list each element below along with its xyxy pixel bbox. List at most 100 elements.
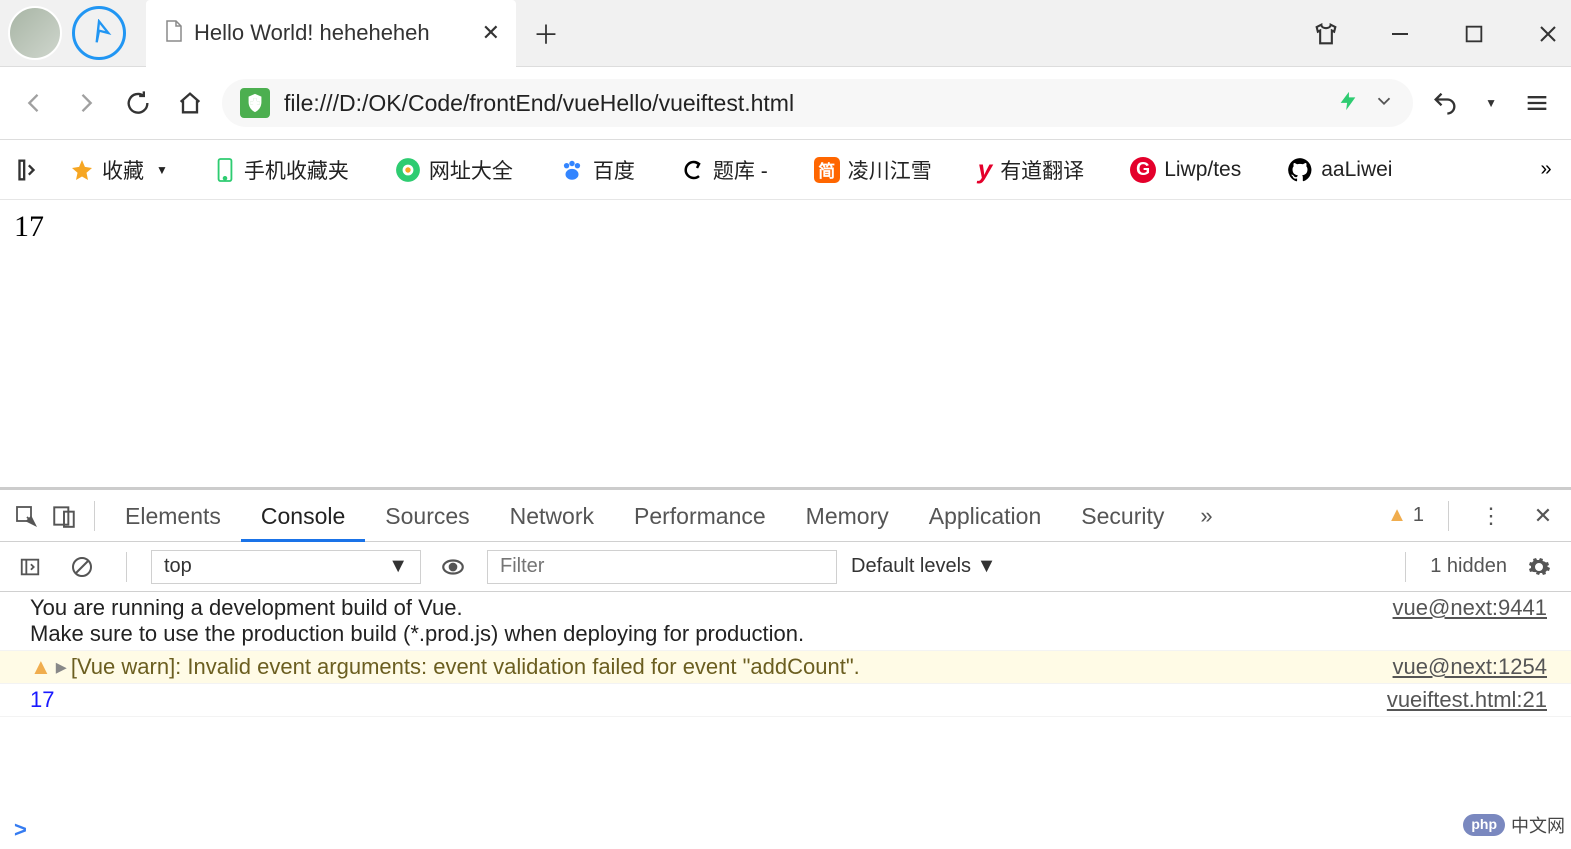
360-icon	[395, 157, 421, 183]
tab-title: Hello World! heheheheh	[194, 20, 474, 46]
devtools-tab-network[interactable]: Network	[490, 490, 614, 542]
console-source-link[interactable]: vue@next:1254	[1393, 654, 1547, 680]
bookmark-item[interactable]: 题库 -	[671, 155, 778, 185]
log-levels-selector[interactable]: Default levels ▼	[851, 555, 996, 578]
devtools-tab-sources[interactable]: Sources	[365, 490, 489, 542]
context-label: top	[164, 555, 192, 578]
jian-icon: 简	[814, 157, 840, 183]
browser-tab[interactable]: Hello World! heheheheh ✕	[146, 0, 516, 67]
file-icon	[164, 19, 184, 48]
console-message: ▲▸[Vue warn]: Invalid event arguments: e…	[12, 654, 1393, 680]
bookmark-item[interactable]: aaLiwei	[1277, 157, 1402, 183]
close-window-button[interactable]	[1533, 19, 1563, 49]
watermark-text: 中文网	[1511, 812, 1565, 838]
console-settings-button[interactable]	[1521, 549, 1557, 585]
titlebar: Hello World! heheheheh ✕ ＋	[0, 0, 1571, 67]
console-row: 17vueiftest.html:21	[0, 684, 1571, 717]
bookmark-label: 手机收藏夹	[244, 155, 349, 185]
console-row: You are running a development build of V…	[0, 592, 1571, 651]
minimize-button[interactable]	[1385, 19, 1415, 49]
expand-icon[interactable]: ▸	[56, 654, 67, 679]
devtools-tab-performance[interactable]: Performance	[614, 490, 786, 542]
page-content: 17	[0, 200, 1571, 254]
menu-button[interactable]	[1517, 83, 1557, 123]
url-bar[interactable]: file:///D:/OK/Code/frontEnd/vueHello/vue…	[222, 79, 1413, 127]
back-button[interactable]	[14, 83, 54, 123]
bookmark-item[interactable]: 手机收藏夹	[204, 155, 359, 185]
console-source-link[interactable]: vueiftest.html:21	[1387, 687, 1547, 713]
clear-console-button[interactable]	[64, 549, 100, 585]
hidden-messages-label[interactable]: 1 hidden	[1430, 555, 1507, 578]
devtools-tab-security[interactable]: Security	[1061, 490, 1184, 542]
console-filter-input[interactable]	[487, 550, 837, 584]
warning-count: 1	[1413, 504, 1424, 527]
watermark: php 中文网	[1463, 807, 1565, 843]
chevron-down-icon: ▼	[156, 163, 168, 177]
warning-icon: ▲	[30, 654, 52, 679]
console-source-link[interactable]: vue@next:9441	[1393, 595, 1547, 647]
device-toggle-button[interactable]	[46, 498, 82, 534]
bookmark-item[interactable]: 网址大全	[385, 155, 523, 185]
bookmark-item[interactable]: y 有道翻译	[968, 154, 1094, 185]
nav-arrow-icon	[85, 19, 113, 47]
devtools-panel: ElementsConsoleSourcesNetworkPerformance…	[0, 487, 1571, 849]
devtools-tab-application[interactable]: Application	[909, 490, 1062, 542]
bookmark-label: aaLiwei	[1321, 158, 1392, 182]
bookmark-label: 收藏	[102, 155, 144, 185]
bookmark-item[interactable]: 收藏 ▼	[60, 155, 178, 185]
devtools-close-button[interactable]: ✕	[1525, 498, 1561, 534]
bookmark-item[interactable]: G Liwp/tes	[1120, 157, 1251, 183]
navbar: file:///D:/OK/Code/frontEnd/vueHello/vue…	[0, 67, 1571, 140]
devtools-tab-console[interactable]: Console	[241, 490, 365, 542]
bookmark-item[interactable]: 百度	[549, 155, 645, 185]
context-selector[interactable]: top ▼	[151, 550, 421, 584]
github-icon	[1287, 157, 1313, 183]
bookmark-label: 凌川江雪	[848, 155, 932, 185]
bookmark-bar: 收藏 ▼ 手机收藏夹 网址大全 百度 题库 - 简凌川江雪 y 有道翻译 G Liwp/tes aaL…	[0, 140, 1571, 200]
forward-button[interactable]	[66, 83, 106, 123]
cswirl-icon	[681, 158, 705, 182]
bookmarks-overflow-button[interactable]: »	[1531, 158, 1561, 181]
undo-chevron-icon[interactable]: ▼	[1485, 96, 1497, 110]
devtools-tab-elements[interactable]: Elements	[105, 490, 241, 542]
maximize-button[interactable]	[1459, 19, 1489, 49]
tshirt-icon[interactable]	[1311, 19, 1341, 49]
bookmark-label: 有道翻译	[1000, 155, 1084, 185]
bookmark-label: 题库 -	[713, 155, 768, 185]
devtools-tabs-more[interactable]: »	[1184, 503, 1228, 529]
devtools-menu-button[interactable]: ⋮	[1473, 498, 1509, 534]
console-prompt[interactable]: >	[0, 811, 1571, 849]
urlbar-chevron-icon[interactable]	[1373, 90, 1395, 117]
console-message: 17	[12, 687, 1387, 713]
console-sidebar-toggle[interactable]	[12, 549, 48, 585]
y-icon: y	[978, 154, 992, 185]
bookmark-label: 网址大全	[429, 155, 513, 185]
browser-logo[interactable]	[72, 6, 126, 60]
flash-icon[interactable]	[1337, 88, 1359, 119]
home-button[interactable]	[170, 83, 210, 123]
chevron-down-icon: ▼	[388, 555, 408, 578]
page-text: 17	[14, 210, 44, 243]
bookmark-item[interactable]: 简凌川江雪	[804, 155, 942, 185]
console-message: You are running a development build of V…	[12, 595, 1393, 647]
close-tab-button[interactable]: ✕	[474, 20, 508, 46]
paw-icon	[559, 157, 585, 183]
g-icon: G	[1130, 157, 1156, 183]
inspect-element-button[interactable]	[8, 498, 44, 534]
shield-icon	[240, 88, 270, 118]
warnings-badge[interactable]: ▲ 1	[1387, 504, 1424, 527]
reload-button[interactable]	[118, 83, 158, 123]
devtools-tab-memory[interactable]: Memory	[786, 490, 909, 542]
bookmark-label: 百度	[593, 155, 635, 185]
sidebar-toggle-button[interactable]	[10, 150, 50, 190]
bookmark-label: Liwp/tes	[1164, 158, 1241, 182]
star-icon	[70, 158, 94, 182]
console-output[interactable]: You are running a development build of V…	[0, 592, 1571, 811]
undo-button[interactable]	[1425, 83, 1465, 123]
console-toolbar: top ▼ Default levels ▼ 1 hidden	[0, 542, 1571, 592]
console-row: ▲▸[Vue warn]: Invalid event arguments: e…	[0, 651, 1571, 684]
avatar[interactable]	[8, 6, 62, 60]
prompt-glyph: >	[14, 817, 27, 842]
live-expression-button[interactable]	[435, 549, 471, 585]
new-tab-button[interactable]: ＋	[516, 0, 576, 67]
